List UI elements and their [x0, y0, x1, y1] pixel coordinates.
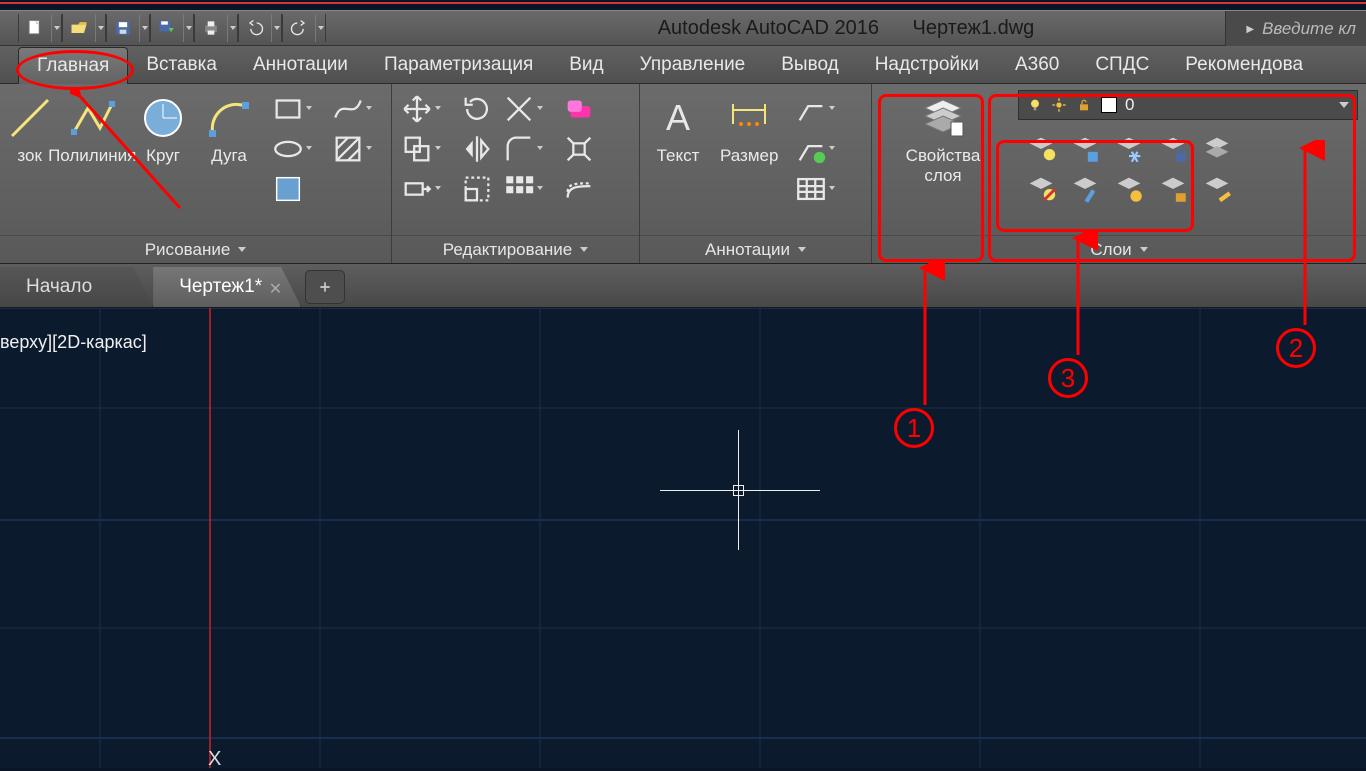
layer-unlock-tool[interactable] [1156, 172, 1190, 206]
new-file-dropdown[interactable] [52, 14, 62, 42]
tab-spds[interactable]: СПДС [1077, 46, 1167, 83]
start-tab[interactable]: Начало [0, 267, 153, 307]
drawing-canvas[interactable]: верху][2D-каркас] X [0, 308, 1366, 768]
move-tool[interactable] [400, 92, 434, 126]
layer-properties-button[interactable]: Свойства слоя [880, 90, 1006, 189]
stretch-tool[interactable] [400, 172, 434, 206]
tab-featured[interactable]: Рекомендова [1167, 46, 1321, 83]
open-file-button[interactable] [62, 14, 96, 42]
layer-on-tool[interactable] [1024, 172, 1058, 206]
drawing-tab[interactable]: Чертеж1* ✕ [153, 267, 301, 307]
bulb-icon [1027, 97, 1043, 113]
close-icon[interactable]: ✕ [269, 279, 282, 299]
spline-tool[interactable] [331, 92, 365, 126]
tab-addins[interactable]: Надстройки [857, 46, 997, 83]
fillet-tool[interactable] [502, 132, 536, 166]
save-button[interactable] [106, 14, 140, 42]
line-button[interactable]: зок [8, 90, 51, 170]
layer-thaw-tool[interactable] [1112, 172, 1146, 206]
text-button[interactable]: A Текст [648, 90, 708, 170]
panel-layers: Свойства слоя 0 [872, 84, 1366, 263]
arc-button[interactable]: Дуга [199, 90, 259, 170]
layer-color-swatch [1101, 97, 1117, 113]
panel-draw: зок Полилиния Круг Дуга [0, 84, 392, 263]
erase-tool[interactable] [562, 92, 596, 126]
tab-annotations[interactable]: Аннотации [235, 46, 366, 83]
explode-tool[interactable] [562, 132, 596, 166]
window-title: Autodesk AutoCAD 2016 Чертеж1.dwg [326, 17, 1366, 40]
layer-tools-grid [1018, 128, 1358, 210]
current-layer-name: 0 [1125, 95, 1134, 115]
array-tool[interactable] [502, 172, 536, 206]
layer-make-current-tool[interactable] [1200, 132, 1234, 166]
panel-edit-title[interactable]: Редактирование [392, 235, 639, 263]
redo-button[interactable] [282, 14, 316, 42]
rectangle-tool[interactable] [271, 92, 305, 126]
panel-layers-title[interactable]: Слои [872, 235, 1366, 263]
chevron-down-icon [1339, 102, 1349, 108]
circle-button[interactable]: Круг [133, 90, 193, 170]
panel-draw-title[interactable]: Рисование [0, 235, 391, 263]
ellipse-tool[interactable] [271, 132, 305, 166]
layer-dropdown[interactable]: 0 [1018, 90, 1358, 120]
window-top-red-line [0, 2, 1366, 4]
layer-unisolate-tool[interactable] [1068, 172, 1102, 206]
polyline-button[interactable]: Полилиния [57, 90, 127, 170]
ribbon: зок Полилиния Круг Дуга [0, 84, 1366, 264]
sun-icon [1051, 97, 1067, 113]
save-dropdown[interactable] [140, 14, 150, 42]
layer-lock-tool[interactable] [1156, 132, 1190, 166]
layer-isolate-tool[interactable] [1068, 132, 1102, 166]
leader-tool[interactable] [794, 92, 828, 126]
tab-parametrization[interactable]: Параметризация [366, 46, 551, 83]
tab-home[interactable]: Главная [18, 47, 128, 84]
redo-dropdown[interactable] [316, 14, 326, 42]
offset-tool[interactable] [562, 172, 596, 206]
tab-manage[interactable]: Управление [622, 46, 764, 83]
new-file-button[interactable] [18, 14, 52, 42]
mirror-tool[interactable] [460, 132, 494, 166]
layer-freeze-tool[interactable] [1112, 132, 1146, 166]
tab-insert[interactable]: Вставка [128, 46, 235, 83]
lock-open-icon [1075, 97, 1093, 113]
open-file-dropdown[interactable] [96, 14, 106, 42]
quick-access-toolbar [0, 14, 326, 42]
help-search-box[interactable]: Введите кл [1225, 11, 1366, 47]
leader-add-tool[interactable] [794, 132, 828, 166]
scale-tool[interactable] [460, 172, 494, 206]
svg-text:A: A [666, 97, 690, 138]
new-tab-button[interactable] [305, 270, 345, 304]
dimension-button[interactable]: Размер [714, 90, 784, 170]
document-tabs: Начало Чертеж1* ✕ [0, 264, 1366, 308]
region-tool[interactable] [271, 172, 305, 206]
print-dropdown[interactable] [228, 14, 238, 42]
panel-annotation: A Текст Размер Аннотации [640, 84, 872, 263]
saveas-dropdown[interactable] [184, 14, 194, 42]
file-name: Чертеж1.dwg [913, 17, 1035, 39]
layer-match-tool[interactable] [1200, 172, 1234, 206]
app-name: Autodesk AutoCAD 2016 [658, 17, 879, 39]
viewport-label[interactable]: верху][2D-каркас] [0, 332, 147, 353]
rotate-tool[interactable] [460, 92, 494, 126]
crosshair-cursor [660, 468, 820, 588]
ribbon-tabs: Главная Вставка Аннотации Параметризация… [0, 46, 1366, 84]
saveas-button[interactable] [150, 14, 184, 42]
print-button[interactable] [194, 14, 228, 42]
layer-off-tool[interactable] [1024, 132, 1058, 166]
table-tool[interactable] [794, 172, 828, 206]
tab-view[interactable]: Вид [551, 46, 621, 83]
tab-a360[interactable]: A360 [997, 46, 1077, 83]
help-search-placeholder: Введите кл [1262, 19, 1356, 39]
hatch-tool[interactable] [331, 132, 365, 166]
panel-annotation-title[interactable]: Аннотации [640, 235, 871, 263]
trim-tool[interactable] [502, 92, 536, 126]
copy-tool[interactable] [400, 132, 434, 166]
tab-output[interactable]: Вывод [763, 46, 856, 83]
title-bar: Autodesk AutoCAD 2016 Чертеж1.dwg Введит… [0, 10, 1366, 46]
undo-button[interactable] [238, 14, 272, 42]
panel-edit: Редактирование [392, 84, 640, 263]
undo-dropdown[interactable] [272, 14, 282, 42]
